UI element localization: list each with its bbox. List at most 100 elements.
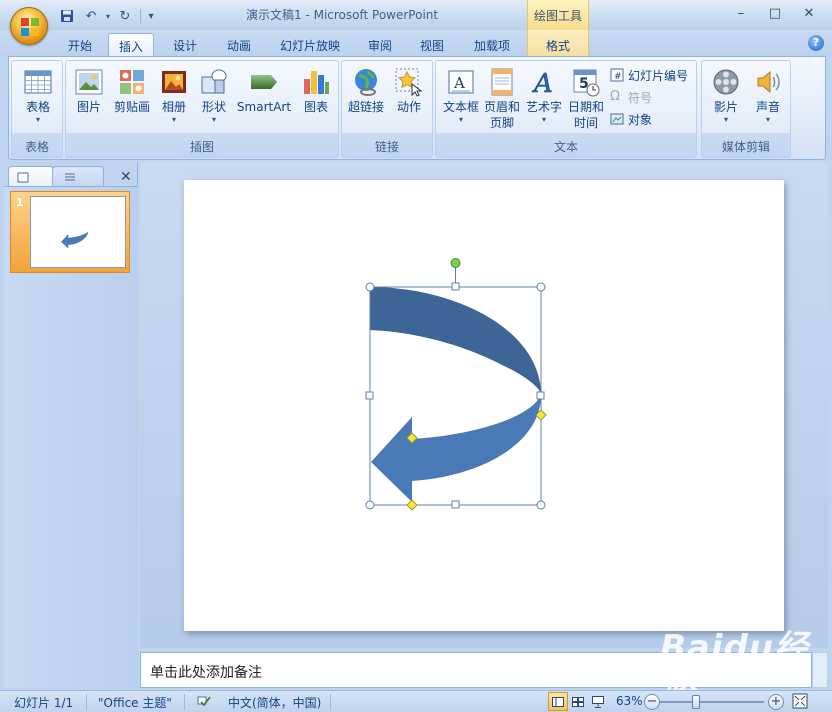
svg-text:#: # bbox=[614, 72, 622, 82]
wordart-button[interactable]: A 艺术字 ▾ bbox=[524, 65, 564, 125]
tab-review[interactable]: 审阅 bbox=[360, 33, 400, 56]
shapes-button[interactable]: 形状 ▾ bbox=[196, 65, 232, 125]
resize-handle-right[interactable] bbox=[536, 391, 545, 400]
date-time-label-1: 日期和 bbox=[567, 100, 604, 114]
office-logo-icon bbox=[21, 18, 39, 36]
symbol-button[interactable]: Ω 符号 bbox=[610, 87, 652, 107]
table-button[interactable]: 表格 ▾ bbox=[18, 65, 58, 125]
pane-tabs: ✕ bbox=[8, 166, 138, 188]
group-label-illustrations: 插图 bbox=[189, 140, 214, 154]
text-box-dropdown-icon: ▾ bbox=[458, 115, 463, 124]
clip-art-button[interactable]: 剪贴画 bbox=[110, 65, 154, 115]
slide-show-view-icon[interactable] bbox=[588, 692, 608, 711]
date-time-button[interactable]: 5 日期和 时间 bbox=[566, 65, 606, 131]
undo-dropdown-icon[interactable]: ▾ bbox=[104, 6, 112, 26]
slide-counter: 幻灯片 1/1 bbox=[14, 696, 74, 710]
resize-handle-top-right[interactable] bbox=[536, 282, 546, 292]
tab-format[interactable]: 格式 bbox=[527, 30, 589, 56]
smartart-label: SmartArt bbox=[236, 100, 292, 114]
curved-arrow-front-face[interactable] bbox=[371, 395, 541, 502]
resize-handle-bottom-right[interactable] bbox=[536, 500, 546, 510]
resize-handle-left[interactable] bbox=[365, 391, 374, 400]
qat-separator bbox=[140, 9, 141, 23]
clip-art-label: 剪贴画 bbox=[113, 100, 150, 114]
movie-button[interactable]: 影片 ▾ bbox=[706, 65, 746, 125]
slide-thumbnail-number: 1 bbox=[16, 196, 24, 209]
ribbon: 表格 ▾ 表格 图片 剪贴画 相册 ▾ 形状 ▾ SmartArt 图表 插图 … bbox=[8, 56, 826, 160]
smartart-button[interactable]: SmartArt bbox=[234, 65, 294, 115]
movie-dropdown-icon: ▾ bbox=[723, 115, 728, 124]
photo-album-label: 相册 bbox=[161, 100, 186, 114]
picture-button[interactable]: 图片 bbox=[72, 65, 106, 115]
slide-sorter-view-icon[interactable] bbox=[568, 692, 588, 711]
slide-thumbnail-1[interactable]: 1 bbox=[10, 191, 130, 273]
slide-canvas[interactable] bbox=[184, 180, 784, 631]
hyperlink-globe-icon bbox=[351, 67, 381, 97]
spell-check-icon[interactable] bbox=[196, 694, 212, 711]
action-button[interactable]: 动作 bbox=[390, 65, 428, 115]
tab-home[interactable]: 开始 bbox=[60, 33, 100, 56]
tab-add-ins[interactable]: 加载项 bbox=[466, 33, 518, 56]
language-indicator[interactable]: 中文(简体，中国) bbox=[228, 694, 321, 711]
chart-button[interactable]: 图表 bbox=[298, 65, 334, 115]
undo-icon[interactable]: ↶ bbox=[80, 6, 102, 26]
slide-thumbnail-preview bbox=[30, 196, 126, 268]
zoom-slider-thumb[interactable] bbox=[692, 695, 700, 709]
group-text: A 文本框 ▾ 页眉和 页脚 A 艺术字 ▾ 5 日期和 时间 # 幻灯片编号 … bbox=[435, 60, 697, 158]
header-footer-button[interactable]: 页眉和 页脚 bbox=[482, 65, 522, 131]
zoom-in-icon[interactable]: + bbox=[768, 694, 784, 710]
object-button[interactable]: 对象 bbox=[610, 109, 652, 129]
fit-to-window-icon[interactable] bbox=[792, 693, 808, 712]
status-separator bbox=[86, 694, 87, 710]
office-button[interactable] bbox=[10, 7, 48, 45]
tab-view[interactable]: 视图 bbox=[412, 33, 452, 56]
slide-number-button[interactable]: # 幻灯片编号 bbox=[610, 65, 688, 85]
resize-handle-bottom[interactable] bbox=[451, 500, 460, 509]
text-box-label: 文本框 bbox=[442, 100, 479, 114]
header-footer-icon bbox=[487, 67, 517, 97]
resize-handle-top[interactable] bbox=[451, 282, 460, 291]
curved-arrow-back-face[interactable] bbox=[370, 287, 541, 395]
save-icon[interactable] bbox=[56, 6, 78, 26]
group-label-text: 文本 bbox=[553, 140, 578, 154]
tab-design[interactable]: 设计 bbox=[164, 33, 206, 56]
slides-tab-icon bbox=[17, 172, 29, 183]
minimize-button[interactable]: – bbox=[724, 2, 758, 24]
hyperlink-button[interactable]: 超链接 bbox=[344, 65, 388, 115]
customize-qat-icon[interactable]: ▾ bbox=[145, 6, 157, 26]
zoom-out-icon[interactable]: − bbox=[644, 694, 660, 710]
close-button[interactable]: ✕ bbox=[792, 2, 826, 24]
zoom-slider-track[interactable] bbox=[660, 701, 764, 703]
rotation-handle[interactable] bbox=[450, 258, 461, 268]
help-icon[interactable]: ? bbox=[808, 35, 824, 51]
pane-close-icon[interactable]: ✕ bbox=[120, 169, 132, 185]
zoom-percentage[interactable]: 63% bbox=[616, 694, 643, 708]
outline-tab-icon bbox=[65, 173, 75, 181]
header-footer-label-1: 页眉和 bbox=[483, 100, 520, 114]
maximize-button[interactable]: □ bbox=[758, 2, 792, 24]
wordart-icon: A bbox=[529, 67, 559, 100]
photo-album-button[interactable]: 相册 ▾ bbox=[156, 65, 192, 125]
tab-outline[interactable] bbox=[52, 166, 104, 188]
slide-number-icon: # bbox=[610, 68, 624, 82]
resize-handle-top-left[interactable] bbox=[365, 282, 375, 292]
photo-album-icon bbox=[159, 67, 189, 97]
group-links: 超链接 动作 链接 bbox=[341, 60, 433, 158]
notes-placeholder: 单击此处添加备注 bbox=[150, 665, 262, 681]
sound-button[interactable]: 声音 ▾ bbox=[748, 65, 788, 125]
redo-icon[interactable]: ↻ bbox=[114, 6, 136, 26]
group-label-tables: 表格 bbox=[24, 140, 49, 154]
film-reel-icon bbox=[711, 67, 741, 97]
resize-handle-bottom-left[interactable] bbox=[365, 500, 375, 510]
normal-view-icon[interactable] bbox=[548, 692, 568, 711]
group-tables: 表格 ▾ 表格 bbox=[11, 60, 63, 158]
tab-animations[interactable]: 动画 bbox=[218, 33, 260, 56]
tab-slides[interactable] bbox=[8, 166, 54, 188]
text-box-button[interactable]: A 文本框 ▾ bbox=[440, 65, 482, 125]
adjust-handle-arrow-head[interactable] bbox=[406, 499, 418, 511]
chart-label: 图表 bbox=[303, 100, 328, 114]
hyperlink-label: 超链接 bbox=[347, 100, 384, 114]
tab-insert[interactable]: 插入 bbox=[108, 33, 154, 56]
text-box-icon: A bbox=[446, 67, 476, 97]
tab-slide-show[interactable]: 幻灯片放映 bbox=[272, 33, 348, 56]
